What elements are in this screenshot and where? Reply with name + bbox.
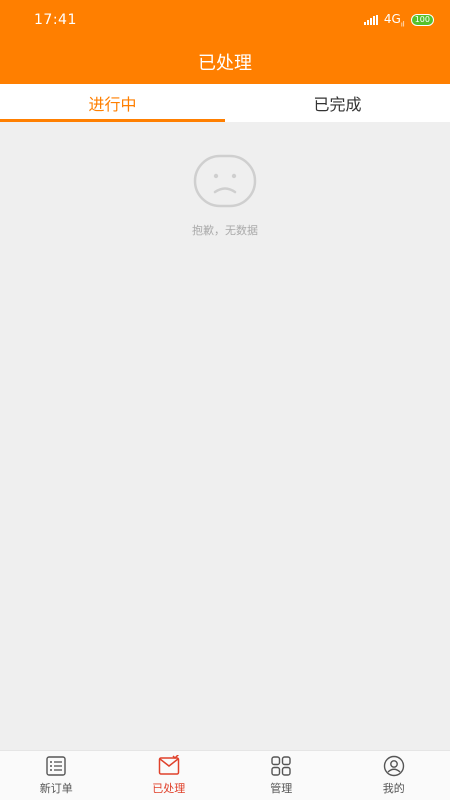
tab-label: 进行中 xyxy=(88,95,137,114)
network-type: 4Gıl xyxy=(383,11,405,29)
sad-face-icon xyxy=(193,154,257,208)
empty-state: 抱歉，无数据 xyxy=(0,122,450,750)
nav-label: 管理 xyxy=(270,782,293,795)
nav-new-orders[interactable]: 新订单 xyxy=(0,751,113,800)
signal-icon xyxy=(363,14,378,25)
nav-label: 新订单 xyxy=(39,782,73,795)
app-screen: 17:41 4Gıl 100 已处理 进行中 已完成 抱歉，无数据 新订单 已处… xyxy=(0,0,450,800)
bottom-nav: 新订单 已处理 管理 我的 xyxy=(0,750,450,800)
grid-icon xyxy=(271,756,291,776)
page-header: 已处理 xyxy=(0,40,450,84)
list-icon xyxy=(46,756,66,776)
tab-label: 已完成 xyxy=(313,95,362,114)
user-icon xyxy=(383,755,404,777)
nav-label: 已处理 xyxy=(152,782,186,795)
battery-icon: 100 xyxy=(410,13,434,26)
page-title: 已处理 xyxy=(198,53,252,74)
nav-mine[interactable]: 我的 xyxy=(338,751,450,800)
nav-processed[interactable]: 已处理 xyxy=(113,751,226,800)
tab-in-progress[interactable]: 进行中 xyxy=(0,84,225,122)
nav-manage[interactable]: 管理 xyxy=(225,751,338,800)
tab-completed[interactable]: 已完成 xyxy=(225,84,450,122)
tab-bar: 进行中 已完成 xyxy=(0,84,450,122)
empty-message: 抱歉，无数据 xyxy=(192,224,258,237)
nav-label: 我的 xyxy=(382,782,405,795)
status-indicators: 4Gıl 100 xyxy=(363,11,434,29)
status-bar: 17:41 4Gıl 100 xyxy=(0,0,450,40)
status-time: 17:41 xyxy=(34,12,77,28)
mail-check-icon xyxy=(158,755,179,775)
